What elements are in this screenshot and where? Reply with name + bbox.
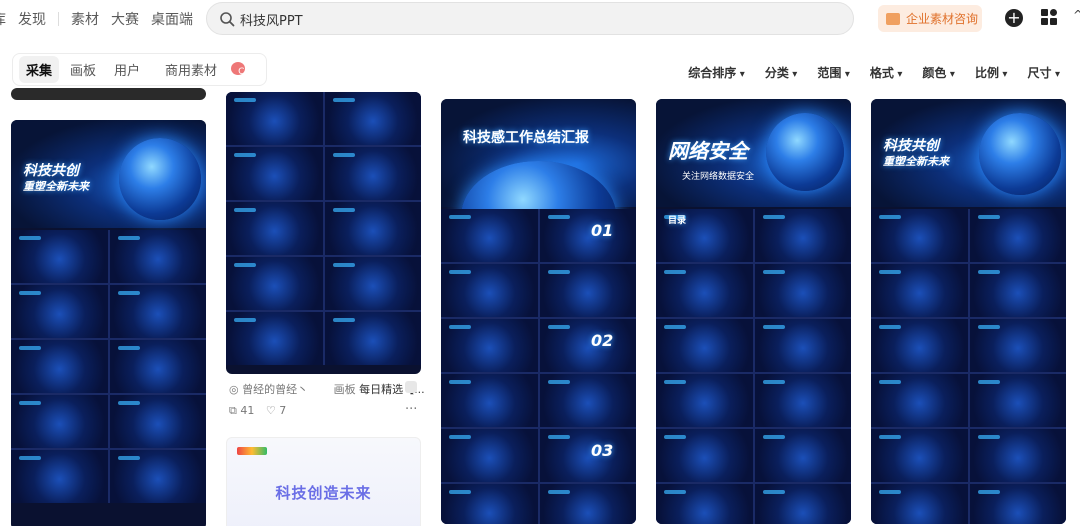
poster-title: 科技感工作总结汇报 [463, 130, 589, 146]
author-icon: ◎ [229, 383, 243, 396]
globe-image [119, 138, 201, 220]
filter-bar: 综合排序 分类 范围 格式 颜色 比例 尺寸 [668, 64, 1060, 81]
top-bar: 库 发现 素材 大赛 桌面端 企业素材咨询 + ^ [0, 0, 1080, 40]
toc-label: 目录 [668, 216, 687, 226]
card-poster: 网络安全 关注网络数据安全 [656, 99, 851, 207]
tab-users[interactable]: 用户 [107, 56, 147, 83]
tab-collect[interactable]: 采集 [19, 56, 60, 83]
poster-title: 科技共创 [23, 163, 79, 179]
more-options-icon[interactable]: ··· [405, 402, 417, 417]
pin-stats-row: ⧉ 41 ♡ 7 [229, 404, 286, 418]
poster-title: 网络安全 [668, 139, 748, 163]
pin-likes: 7 [279, 404, 287, 417]
filter-size[interactable]: 尺寸 [1027, 64, 1060, 81]
card-poster: 科技共创 重塑全新未来 [11, 120, 206, 228]
saves-icon: ⧉ [229, 404, 237, 417]
light-card-title: 科技创造未来 [275, 484, 372, 502]
pin-author[interactable]: 曾经的曾经丶 [242, 383, 308, 396]
filter-format[interactable]: 格式 [870, 64, 903, 81]
commercial-badge: C [231, 62, 246, 77]
profile-menu-icon[interactable]: ^ [1073, 8, 1080, 22]
card-poster: 科技感工作总结汇报 [441, 99, 636, 271]
pin-saves: 41 [240, 404, 255, 417]
heart-icon[interactable]: ♡ [266, 404, 276, 417]
nav-materials[interactable]: 素材 [71, 9, 99, 29]
result-card-work-summary[interactable]: 科技感工作总结汇报 01 02 03 [441, 99, 636, 524]
search-input[interactable] [240, 9, 800, 29]
result-card-dark-slides[interactable] [226, 92, 421, 374]
nav-divider [58, 12, 59, 26]
brand-logo [237, 447, 267, 455]
search-bar[interactable] [206, 2, 854, 35]
slide-thumbnails [226, 92, 421, 365]
tab-boards[interactable]: 画板 [63, 56, 103, 83]
pin-board-prefix: 画板 [333, 383, 356, 396]
slide-number-01: 01 [591, 221, 614, 240]
filter-ratio[interactable]: 比例 [975, 64, 1008, 81]
slide-thumbnails [871, 209, 1066, 524]
result-card-tech-future[interactable]: 科技创造未来 [226, 437, 421, 526]
tab-commercial-label: 商用素材 [165, 64, 218, 79]
poster-subtitle: 重塑全新未来 [883, 155, 949, 168]
result-card-tech-cocreate-1[interactable]: 科技共创 重塑全新未来 [11, 120, 206, 526]
search-icon [220, 12, 235, 27]
slide-number-02: 02 [591, 331, 614, 350]
card-poster: 科技共创 重塑全新未来 [871, 99, 1066, 207]
enterprise-consult-label: 企业素材咨询 [906, 12, 979, 26]
apps-icon[interactable] [1041, 9, 1058, 26]
globe-image [979, 113, 1061, 195]
nav-discover[interactable]: 发现 [18, 9, 46, 29]
slide-thumbnails [441, 209, 636, 524]
pin-meta-row: ◎ 曾经的曾经丶 画板 每日精选【... [229, 381, 425, 397]
result-type-tabs: 采集 画板 用户 商用素材 C [12, 53, 268, 86]
slide-thumbnails [11, 230, 206, 503]
board-icon[interactable] [405, 381, 417, 393]
main-nav: 库 发现 素材 大赛 桌面端 [0, 9, 205, 29]
nav-desktop[interactable]: 桌面端 [151, 9, 193, 29]
result-card-tech-cocreate-2[interactable]: 科技共创 重塑全新未来 [871, 99, 1066, 524]
nav-contest[interactable]: 大赛 [111, 9, 139, 29]
slide-thumbnails [656, 209, 851, 524]
tab-commercial[interactable]: 商用素材 C [151, 56, 256, 83]
enterprise-consult-button[interactable]: 企业素材咨询 [878, 5, 982, 32]
poster-subtitle: 关注网络数据安全 [682, 172, 755, 182]
add-icon[interactable]: + [1005, 9, 1023, 27]
result-card-partial-top[interactable] [11, 88, 206, 100]
poster-title: 科技共创 [883, 138, 939, 154]
globe-image [766, 113, 844, 191]
filter-category[interactable]: 分类 [765, 64, 798, 81]
filter-sort[interactable]: 综合排序 [688, 64, 745, 81]
filter-color[interactable]: 颜色 [922, 64, 955, 81]
poster-subtitle: 重塑全新未来 [23, 180, 89, 193]
result-card-network-security[interactable]: 网络安全 关注网络数据安全 目录 [656, 99, 851, 524]
nav-library[interactable]: 库 [0, 9, 6, 29]
slide-number-03: 03 [591, 441, 614, 460]
chat-icon [886, 12, 900, 25]
filter-scope[interactable]: 范围 [817, 64, 850, 81]
